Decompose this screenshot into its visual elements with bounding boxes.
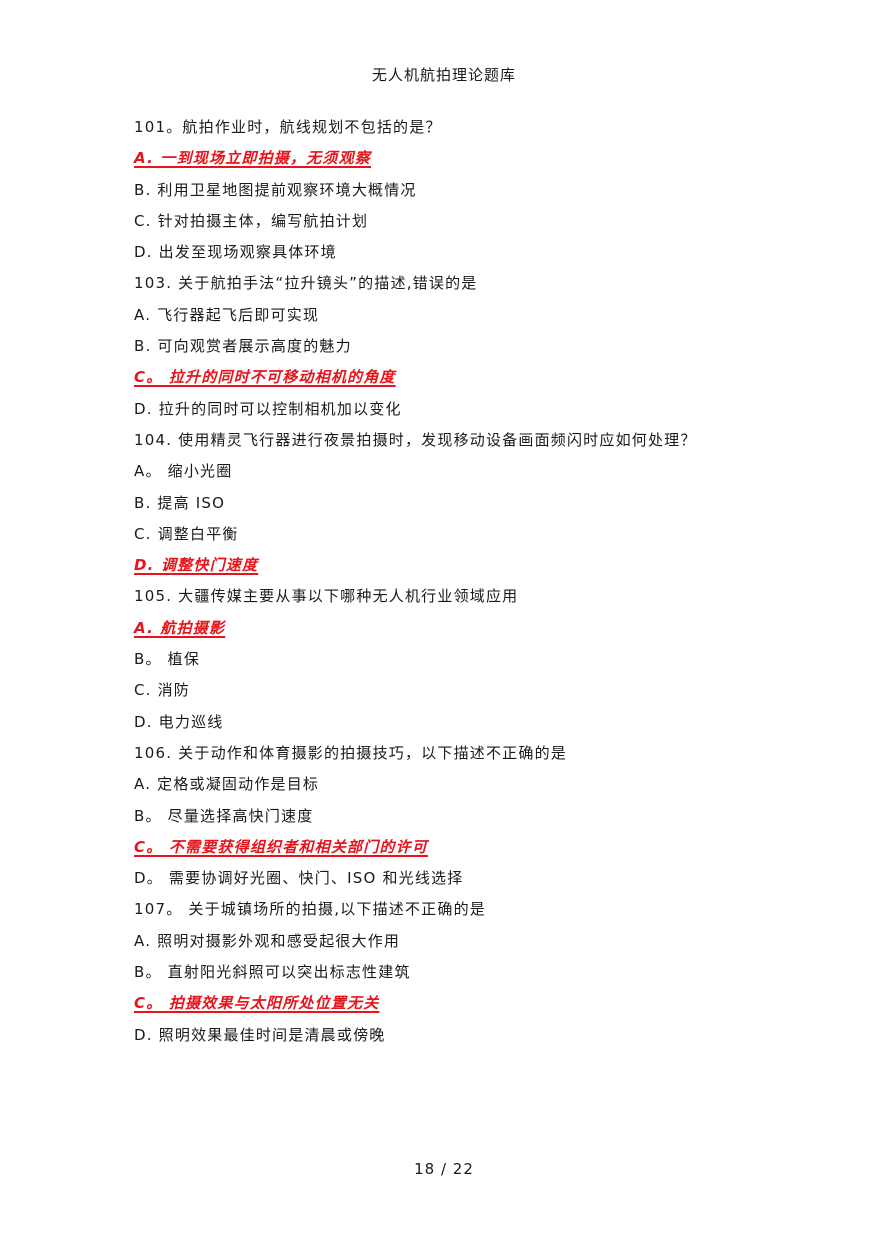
answer-option: B. 提高 ISO bbox=[134, 493, 226, 512]
answer-option: A。 缩小光圈 bbox=[134, 462, 233, 481]
answer-option: B。 植保 bbox=[134, 650, 201, 669]
question-text: 104. 使用精灵飞行器进行夜景拍摄时，发现移动设备画面频闪时应如何处理？ bbox=[134, 430, 697, 449]
question-text: 105. 大疆传媒主要从事以下哪种无人机行业领域应用 bbox=[134, 587, 519, 606]
answer-option: D. 出发至现场观察具体环境 bbox=[134, 243, 337, 262]
answer-option: D. 电力巡线 bbox=[134, 712, 224, 731]
answer-option: D。 需要协调好光圈、快门、ISO 和光线选择 bbox=[134, 869, 464, 888]
answer-option: C. 消防 bbox=[134, 681, 191, 700]
answer-option: B. 利用卫星地图提前观察环境大概情况 bbox=[134, 180, 417, 199]
correct-answer-option: C。 不需要获得组织者和相关部门的许可 bbox=[134, 837, 429, 856]
question-text: 101。航拍作业时，航线规划不包括的是？ bbox=[134, 118, 442, 136]
correct-answer-option: D. 调整快门速度 bbox=[134, 556, 259, 575]
answer-option: B. 可向观赏者展示高度的魅力 bbox=[134, 337, 352, 356]
answer-option: A. 飞行器起飞后即可实现 bbox=[134, 305, 320, 324]
answer-option: C. 针对拍摄主体，编写航拍计划 bbox=[134, 211, 369, 230]
question-text: 103. 关于航拍手法“拉升镜头”的描述,错误的是 bbox=[134, 274, 478, 293]
correct-answer-option: A. 一到现场立即拍摄，无须观察 bbox=[134, 149, 372, 168]
answer-option: A. 照明对摄影外观和感受起很大作用 bbox=[134, 931, 401, 950]
answer-option: A. 定格或凝固动作是目标 bbox=[134, 775, 320, 794]
question-list: 101。航拍作业时，航线规划不包括的是？ A. 一到现场立即拍摄，无须观察 B. 利… bbox=[134, 112, 774, 1051]
answer-option: C. 调整白平衡 bbox=[134, 524, 239, 543]
page-header: 无人机航拍理论题库 bbox=[371, 66, 516, 84]
answer-option: D. 照明效果最佳时间是清晨或傍晚 bbox=[134, 1025, 386, 1044]
answer-option: D. 拉升的同时可以控制相机加以变化 bbox=[134, 399, 402, 418]
question-text: 107。 关于城镇场所的拍摄,以下描述不正确的是 bbox=[134, 900, 486, 919]
answer-option: B。 直射阳光斜照可以突出标志性建筑 bbox=[134, 963, 411, 982]
answer-option: B。 尽量选择高快门速度 bbox=[134, 806, 314, 825]
correct-answer-option: A. 航拍摄影 bbox=[134, 618, 226, 637]
question-text: 106. 关于动作和体育摄影的拍摄技巧，以下描述不正确的是 bbox=[134, 743, 567, 762]
correct-answer-option: C。 拉升的同时不可移动相机的角度 bbox=[134, 368, 396, 387]
correct-answer-option: C。 拍摄效果与太阳所处位置无关 bbox=[134, 994, 380, 1013]
page-number: 18 / 22 bbox=[414, 1160, 474, 1178]
